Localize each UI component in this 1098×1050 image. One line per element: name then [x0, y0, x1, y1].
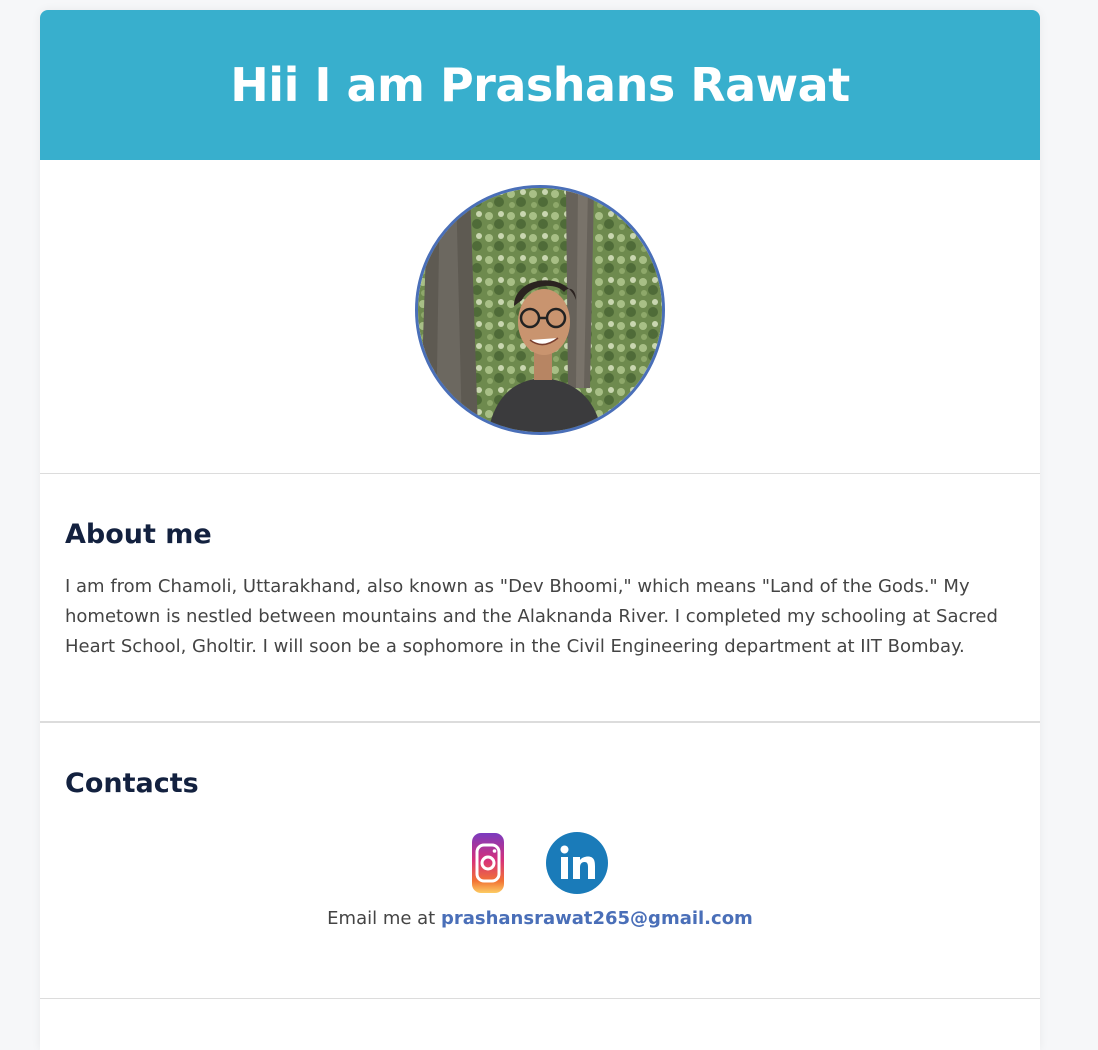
instagram-icon: [472, 833, 504, 893]
about-heading: About me: [65, 519, 212, 550]
avatar: [415, 185, 665, 435]
page-title: Hii I am Prashans Rawat: [230, 58, 850, 112]
contacts-section: Contacts Email me at prashansrawat265@gm…: [40, 723, 1040, 999]
email-line: Email me at prashansrawat265@gmail.com: [40, 908, 1040, 929]
contacts-heading: Contacts: [65, 768, 199, 799]
linkedin-link[interactable]: [545, 831, 609, 899]
email-prefix: Email me at: [327, 908, 441, 929]
profile-photo: [418, 188, 662, 432]
page-header: Hii I am Prashans Rawat: [40, 10, 1040, 160]
about-text: I am from Chamoli, Uttarakhand, also kno…: [65, 576, 998, 657]
email-link[interactable]: prashansrawat265@gmail.com: [441, 908, 753, 929]
photo-section: [40, 160, 1040, 474]
about-section: About me I am from Chamoli, Uttarakhand,…: [40, 474, 1040, 723]
linkedin-icon: [546, 832, 608, 894]
profile-card: Hii I am Prashans Rawat About me I am fr…: [40, 10, 1040, 1050]
instagram-link[interactable]: [471, 832, 505, 898]
social-icons: [40, 831, 1040, 899]
